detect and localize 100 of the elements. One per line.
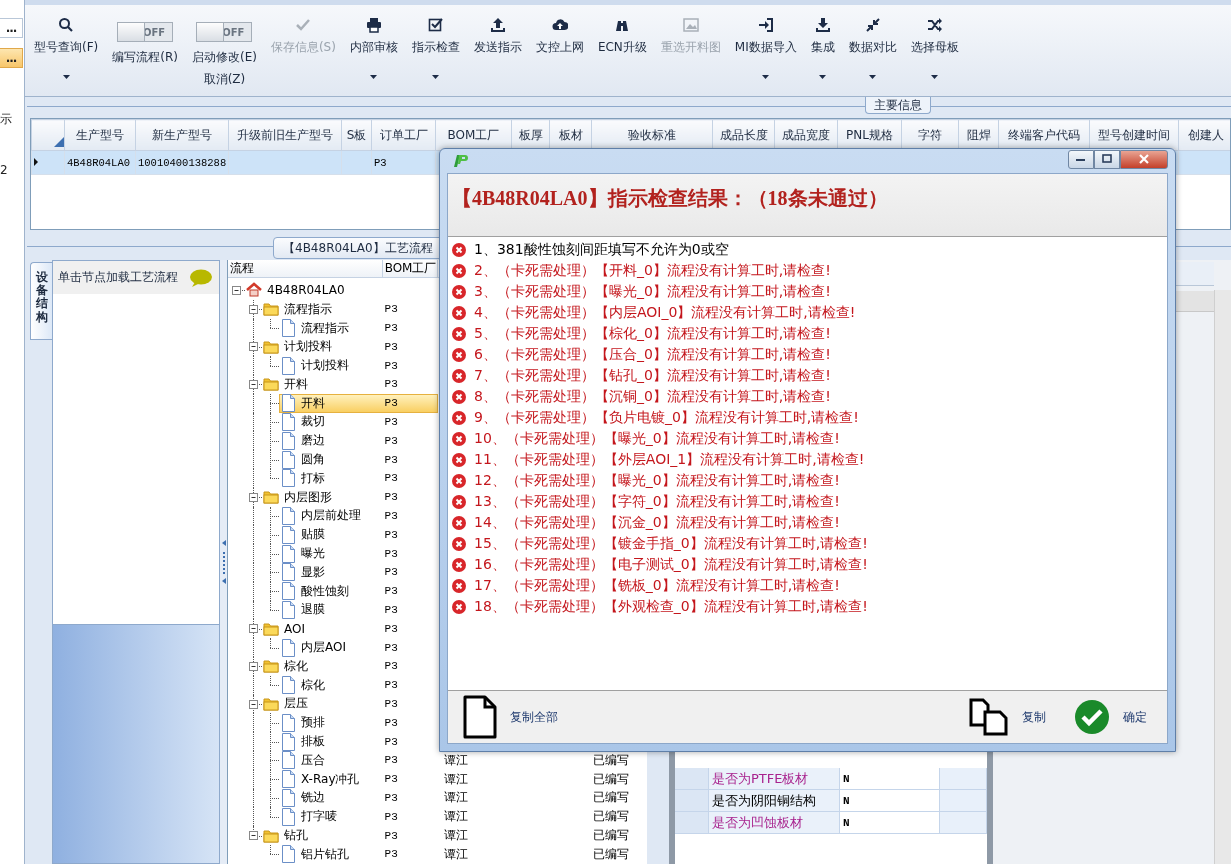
tree-row[interactable]: 计划投料 P3 <box>279 356 438 375</box>
table-cell: P3 <box>384 603 398 616</box>
tree-row[interactable]: 磨边 P3 <box>279 431 438 451</box>
tree-row[interactable]: 酸性蚀刻 P3 <box>279 581 438 601</box>
tree-node-label: 退膜 <box>300 601 326 619</box>
result-text: 10、（卡死需处理）【曝光_0】流程没有计算工时,请检查! <box>474 429 840 448</box>
tree-row[interactable]: 打字唛 P3 <box>279 807 438 827</box>
dialog-button[interactable]: 复制 <box>969 698 1046 736</box>
table-cell: P3 <box>384 848 398 861</box>
tree-row[interactable]: 流程指示 P3 <box>262 299 438 319</box>
table-cell: 已编写 <box>593 770 630 788</box>
tree-node-label: 层压 <box>283 695 309 713</box>
table-cell: P3 <box>384 340 398 353</box>
tree-node-label: 内层AOI <box>300 639 347 657</box>
dialog-heading: 【4B48R04LA0】指示检查结果：（18条未通过） <box>452 187 888 209</box>
side-tab[interactable]: 设备结构 <box>30 262 52 340</box>
column-header[interactable]: 升级前旧生产型号 <box>228 119 342 151</box>
tree-row[interactable]: 压合 P3 <box>279 750 438 770</box>
tree-row[interactable]: X-Ray冲孔 P3 <box>279 769 438 789</box>
result-text: 4、（卡死需处理）【内层AOI_0】流程没有计算工时,请检查! <box>474 303 856 322</box>
property-value[interactable]: N <box>840 812 940 834</box>
column-header[interactable]: BOM工厂 <box>382 260 438 278</box>
column-header[interactable]: S板 <box>341 119 372 151</box>
column-header[interactable]: 生产型号 <box>64 119 136 151</box>
toolbar-button[interactable]: MI数据导入 <box>727 13 804 83</box>
tree-row[interactable]: 圆角 P3 <box>279 450 438 469</box>
table-cell: P3 <box>384 453 398 466</box>
tree-node-label: 棕化 <box>283 657 309 675</box>
toolbar-button[interactable]: 发送指示 <box>466 13 529 83</box>
dialog-button[interactable]: 复制全部 <box>463 695 558 739</box>
tree-row[interactable]: 铝片钻孔 P3 <box>279 844 438 864</box>
tree-row[interactable]: 棕化 P3 <box>262 656 438 676</box>
table-cell: 已编写 <box>593 751 630 769</box>
column-header[interactable]: 验收标准 <box>591 119 713 151</box>
column-header[interactable]: 字符 <box>901 119 959 151</box>
table-cell: P3 <box>384 679 398 692</box>
table-cell: P3 <box>384 641 398 654</box>
table-cell: P3 <box>384 547 398 560</box>
result-text: 12、（卡死需处理）【曝光_0】流程没有计算工时,请检查! <box>474 471 840 490</box>
toolbar-button[interactable]: 指示检查 <box>404 13 467 83</box>
toolbar-button[interactable]: 集成 <box>803 13 842 83</box>
tree-node-label: 铣边 <box>300 789 326 807</box>
tree-row[interactable]: 4B48R04LA0 <box>245 281 438 300</box>
column-header[interactable]: 成品宽度 <box>774 119 838 151</box>
tree-row[interactable]: 铣边 P3 <box>279 788 438 808</box>
table-cell: 谭江 <box>443 751 468 769</box>
toolbar-button[interactable]: 数据对比 <box>841 13 904 83</box>
tree-row[interactable]: 开料 P3 <box>279 393 438 413</box>
tree-row[interactable]: 裁切 P3 <box>279 412 438 432</box>
tree-row[interactable]: 层压 P3 <box>262 694 438 714</box>
toolbar-button[interactable]: 型号查询(F) <box>27 13 106 83</box>
result-text: 14、（卡死需处理）【沉金_0】流程没有计算工时,请检查! <box>474 513 840 532</box>
table-cell: 4B48R04LA0 <box>67 156 130 169</box>
tree-row[interactable]: 棕化 P3 <box>279 675 438 695</box>
table-cell: P3 <box>384 829 398 842</box>
tree-row[interactable]: 内层AOI P3 <box>279 638 438 657</box>
tree-node-label: 开料 <box>283 375 309 393</box>
toolbar-button[interactable]: 内部审核 <box>342 13 405 83</box>
tree-row[interactable]: 内层前处理 P3 <box>279 506 438 526</box>
tree-row[interactable]: 计划投料 P3 <box>262 337 438 357</box>
column-header[interactable]: 终端客户代码 <box>998 119 1090 151</box>
tree-node-label: 铝片钻孔 <box>300 845 350 863</box>
tree-row[interactable]: 退膜 P3 <box>279 600 438 620</box>
tree-row[interactable]: 打标 P3 <box>279 468 438 488</box>
column-header[interactable]: 新生产型号 <box>135 119 229 151</box>
side-button[interactable]: ... <box>0 18 23 38</box>
table-cell: P3 <box>384 415 398 428</box>
column-header[interactable]: PNL规格 <box>837 119 902 151</box>
tree-row[interactable]: 钻孔 P3 <box>262 826 438 845</box>
column-header[interactable]: 成品长度 <box>712 119 775 151</box>
tree-row[interactable]: 内层图形 P3 <box>262 487 438 507</box>
tree-node-label: AOI <box>283 621 306 636</box>
tree-node-label: 压合 <box>300 751 326 769</box>
property-value[interactable]: N <box>840 790 940 812</box>
table-cell: 已编写 <box>593 789 630 807</box>
side-button[interactable]: ... <box>0 48 23 68</box>
tree-row[interactable]: AOI P3 <box>262 619 438 639</box>
table-cell: 谭江 <box>443 827 468 844</box>
result-text: 1、381酸性蚀刻间距填写不允许为0或空 <box>474 240 729 259</box>
toolbar-button[interactable]: 文控上网 <box>528 13 591 83</box>
table-cell: P3 <box>384 528 398 541</box>
tree-row[interactable]: 贴膜 P3 <box>279 525 438 545</box>
toolbar-button[interactable]: ECN升级 <box>590 13 654 83</box>
table-cell: 已编写 <box>593 808 630 826</box>
tree-row[interactable]: 流程指示 P3 <box>279 318 438 338</box>
dialog-button[interactable]: 确定 <box>1074 699 1147 735</box>
tree-row[interactable]: 排板 P3 <box>279 732 438 751</box>
tree-row[interactable]: 曝光 P3 <box>279 544 438 563</box>
column-header[interactable]: 订单工厂 <box>371 119 436 151</box>
column-header[interactable]: 流程 <box>228 260 383 278</box>
column-header[interactable]: BOM工厂 <box>435 119 512 151</box>
column-header[interactable]: 创建人 <box>1178 119 1230 151</box>
property-value[interactable]: N <box>840 768 940 790</box>
tree-row[interactable]: 开料 P3 <box>262 375 438 394</box>
column-header[interactable]: 型号创建时间 <box>1089 119 1179 151</box>
tree-row[interactable]: 显影 P3 <box>279 562 438 582</box>
toolbar-button[interactable]: 选择母板 <box>903 13 966 83</box>
result-text: 16、（卡死需处理）【电子测试_0】流程没有计算工时,请检查! <box>474 555 868 574</box>
tree-row[interactable]: 预排 P3 <box>279 713 438 733</box>
tree-node-label: 裁切 <box>300 413 326 431</box>
